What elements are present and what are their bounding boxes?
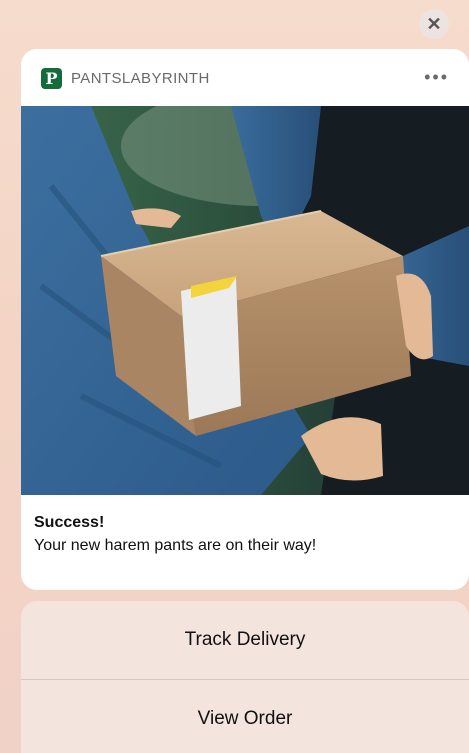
app-icon: P bbox=[41, 68, 62, 89]
view-order-button[interactable]: View Order bbox=[21, 679, 469, 753]
notification-card[interactable]: P PANTSLABYRINTH ••• Success! Your new h… bbox=[21, 49, 469, 590]
track-delivery-button[interactable]: Track Delivery bbox=[21, 601, 469, 679]
package-delivery-photo bbox=[21, 106, 469, 495]
notification-body: Success! Your new harem pants are on the… bbox=[34, 512, 459, 558]
notification-message: Your new harem pants are on their way! bbox=[34, 537, 317, 554]
app-name: PANTSLABYRINTH bbox=[71, 70, 210, 87]
close-icon: ✕ bbox=[426, 14, 442, 34]
close-button[interactable]: ✕ bbox=[419, 9, 449, 39]
more-options-button[interactable]: ••• bbox=[424, 67, 449, 88]
notification-actions: Track Delivery View Order bbox=[21, 601, 469, 753]
notification-title: Success! bbox=[34, 514, 105, 531]
notification-header: P PANTSLABYRINTH ••• bbox=[21, 49, 469, 106]
